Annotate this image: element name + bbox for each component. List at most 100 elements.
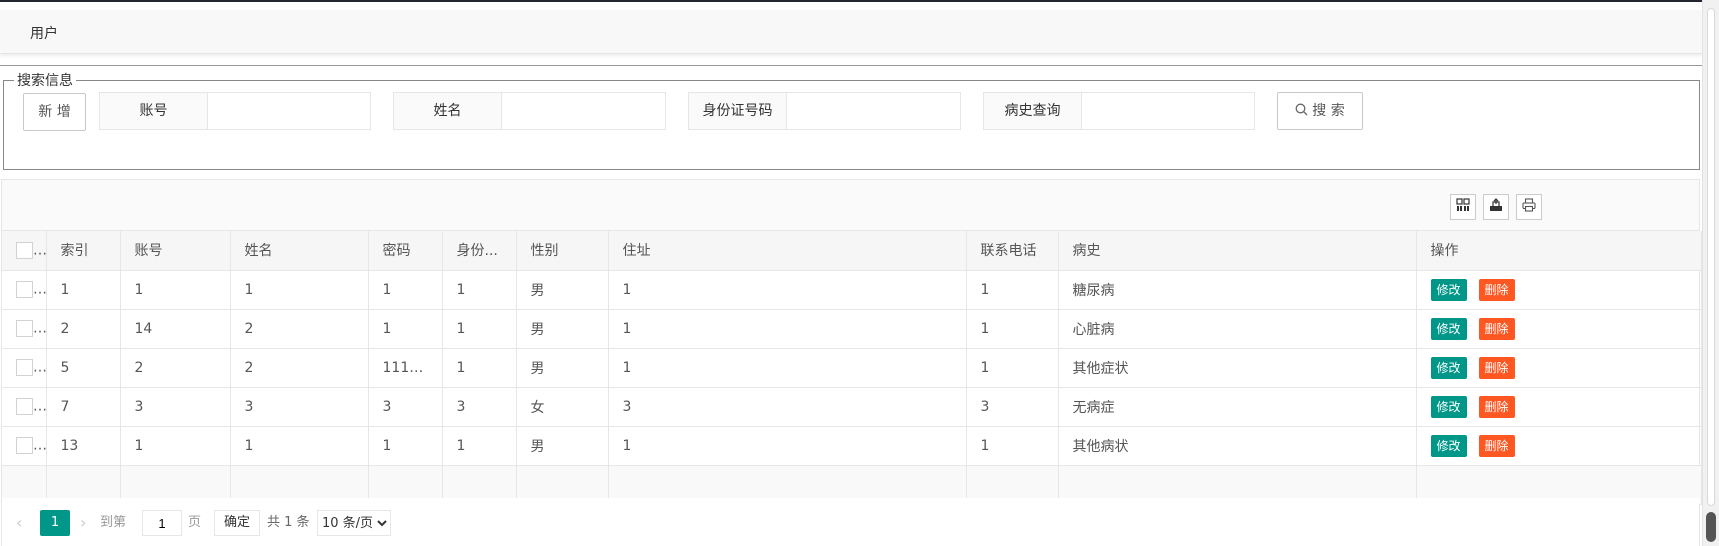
current-page[interactable]: 1 <box>40 510 70 536</box>
cell-id-card: 3 <box>442 387 517 427</box>
cell-phone: 1 <box>966 426 1059 466</box>
edit-button[interactable]: 修改 <box>1430 278 1467 301</box>
delete-button[interactable]: 删除 <box>1478 434 1515 457</box>
cell-name: 1 <box>230 270 369 310</box>
next-page-icon[interactable]: › <box>80 510 86 536</box>
cell-name: 2 <box>230 309 369 349</box>
user-table: 索引 账号 姓名 密码 身份... 性别 住址 联系电话 病史 操作 1 1 1… <box>2 231 1702 505</box>
cell-id-card: 1 <box>442 270 517 310</box>
cell-name: 3 <box>230 387 369 427</box>
scrollbar-thumb[interactable] <box>1706 512 1716 542</box>
edit-button[interactable]: 修改 <box>1430 317 1467 340</box>
cell-account: 1 <box>120 426 231 466</box>
column-header[interactable]: 住址 <box>608 231 967 271</box>
cell-address: 3 <box>608 387 967 427</box>
account-label: 账号 <box>100 93 208 129</box>
edit-button[interactable]: 修改 <box>1430 356 1467 379</box>
cell-id-card: 1 <box>442 309 517 349</box>
cell-account: 14 <box>120 309 231 349</box>
cell-address: 1 <box>608 309 967 349</box>
cell-history: 无病症 <box>1058 387 1417 427</box>
add-button[interactable]: 新 增 <box>23 93 86 131</box>
page-header: 用户 <box>0 10 1702 54</box>
cell-phone: 1 <box>966 309 1059 349</box>
search-button[interactable]: 搜 索 <box>1277 92 1363 130</box>
cell-password: 1 <box>368 309 443 349</box>
account-field: 账号 <box>99 92 371 130</box>
cell-account: 3 <box>120 387 231 427</box>
page-unit-label: 页 <box>188 515 202 530</box>
row-checkbox[interactable] <box>16 398 33 415</box>
cell-phone: 1 <box>966 348 1059 388</box>
name-input[interactable] <box>503 93 665 129</box>
page-title: 用户 <box>30 26 58 42</box>
row-select-cell <box>2 270 47 310</box>
select-all-cell <box>2 231 47 271</box>
prev-page-icon[interactable]: ‹ <box>16 510 22 536</box>
goto-page-input[interactable] <box>142 510 182 536</box>
select-all-checkbox[interactable] <box>16 241 33 259</box>
vertical-scrollbar[interactable] <box>1702 0 1719 546</box>
row-select-cell <box>2 426 47 466</box>
search-button-label: 搜 索 <box>1312 103 1345 119</box>
row-checkbox[interactable] <box>16 359 33 376</box>
row-select-cell <box>2 387 47 427</box>
name-label: 姓名 <box>394 93 502 129</box>
cell-history: 心脏病 <box>1058 309 1417 349</box>
cell-index: 7 <box>46 387 121 427</box>
delete-button[interactable]: 删除 <box>1478 356 1515 379</box>
cell-index: 13 <box>46 426 121 466</box>
cell-index: 1 <box>46 270 121 310</box>
columns-icon <box>1456 198 1470 211</box>
table-row: 7 3 3 3 3 女 3 3 无病症 修改 删除 <box>2 387 1702 427</box>
cell-address: 1 <box>608 348 967 388</box>
history-label: 病史查询 <box>984 93 1082 129</box>
id-card-field: 身份证号码 <box>688 92 961 130</box>
scrollbar-track <box>1707 8 1715 506</box>
column-header[interactable]: 身份... <box>442 231 517 271</box>
cell-index: 2 <box>46 309 121 349</box>
cell-history: 糖尿病 <box>1058 270 1417 310</box>
top-border <box>0 0 1702 2</box>
cell-phone: 3 <box>966 387 1059 427</box>
edit-button[interactable]: 修改 <box>1430 434 1467 457</box>
row-checkbox[interactable] <box>16 437 33 454</box>
row-checkbox[interactable] <box>16 281 33 298</box>
account-input[interactable] <box>209 93 370 129</box>
cell-index: 5 <box>46 348 121 388</box>
export-button[interactable] <box>1483 194 1509 220</box>
data-table-panel: 索引 账号 姓名 密码 身份... 性别 住址 联系电话 病史 操作 1 1 1… <box>1 179 1702 546</box>
goto-label: 到第 <box>100 515 127 530</box>
column-header[interactable]: 病史 <box>1058 231 1417 271</box>
column-header[interactable]: 姓名 <box>230 231 369 271</box>
cell-account: 1 <box>120 270 231 310</box>
column-header[interactable]: 账号 <box>120 231 231 271</box>
table-header-row: 索引 账号 姓名 密码 身份... 性别 住址 联系电话 病史 操作 <box>2 231 1702 271</box>
delete-button[interactable]: 删除 <box>1478 317 1515 340</box>
column-header[interactable]: 联系电话 <box>966 231 1059 271</box>
print-button[interactable] <box>1516 194 1542 220</box>
cell-address: 1 <box>608 426 967 466</box>
column-header[interactable]: 密码 <box>368 231 443 271</box>
history-field: 病史查询 <box>983 92 1255 130</box>
column-header[interactable]: 性别 <box>516 231 609 271</box>
edit-button[interactable]: 修改 <box>1430 395 1467 418</box>
history-input[interactable] <box>1083 93 1254 129</box>
row-checkbox[interactable] <box>16 320 33 337</box>
table-toolbar <box>2 180 1699 231</box>
column-header[interactable]: 索引 <box>46 231 121 271</box>
id-card-input[interactable] <box>788 93 960 129</box>
cell-account: 2 <box>120 348 231 388</box>
columns-filter-button[interactable] <box>1450 194 1476 220</box>
delete-button[interactable]: 删除 <box>1478 395 1515 418</box>
cell-gender: 男 <box>516 426 609 466</box>
cell-gender: 女 <box>516 387 609 427</box>
page-size-select[interactable]: 10 条/页 <box>317 510 391 536</box>
cell-id-card: 1 <box>442 348 517 388</box>
column-header: 操作 <box>1416 231 1702 271</box>
delete-button[interactable]: 删除 <box>1478 278 1515 301</box>
cell-gender: 男 <box>516 309 609 349</box>
id-card-label: 身份证号码 <box>689 93 787 129</box>
name-field: 姓名 <box>393 92 666 130</box>
goto-confirm-button[interactable]: 确定 <box>214 510 260 536</box>
